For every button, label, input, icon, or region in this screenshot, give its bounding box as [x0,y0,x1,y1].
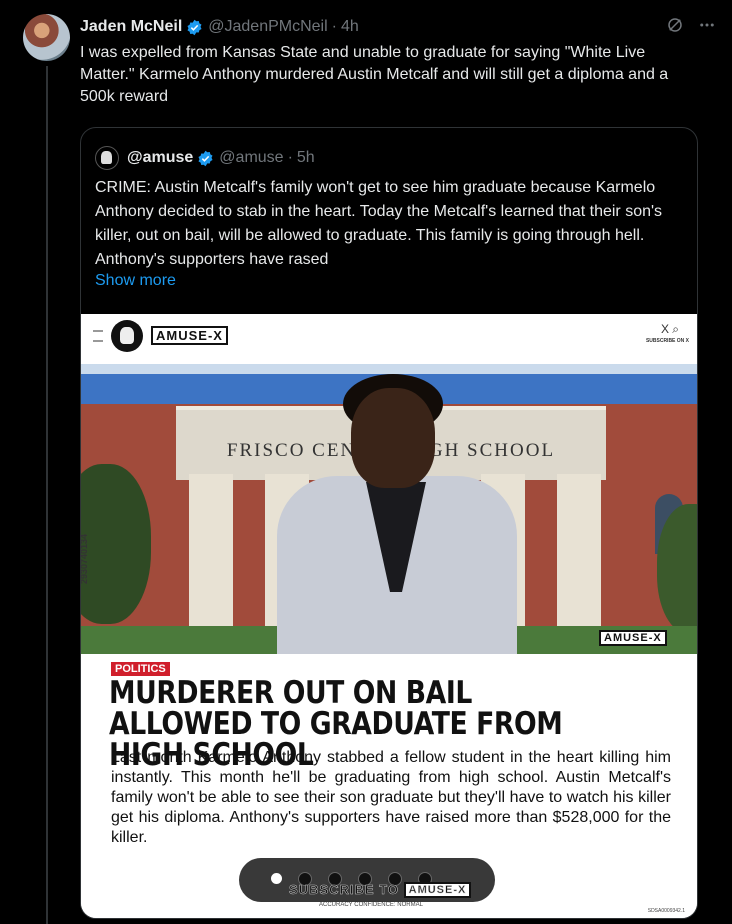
subscribe-logo: AMUSE-X [403,882,472,898]
tweet-text: I was expelled from Kansas State and una… [80,44,669,105]
serial-code: SDSA0009342.1 [647,908,685,914]
tweet-time[interactable]: 4h [341,18,359,36]
person-head [351,388,435,488]
tree [81,464,151,624]
author-name[interactable]: Jaden McNeil [80,18,182,36]
amuse-stamp: AMUSE-X [599,630,667,646]
header-actions [666,16,716,34]
subscribe-banner: SUBSCRIBE TO AMUSE-X [289,882,472,898]
media-top-bar: AMUSE-X X ⌕ SUBSCRIBE ON X [81,314,697,364]
pillar [189,474,233,634]
quote-media-image[interactable]: FRISCO CENTER HIGH SCHOOL AMUSE-X X ⌕ SU… [81,314,697,918]
more-dots-icon[interactable] [698,16,716,34]
carousel-pager[interactable]: SUBSCRIBE TO AMUSE-X [239,858,495,902]
quoted-tweet[interactable]: @amuse @amuse · 5h CRIME: Austin Metcalf… [80,127,698,919]
vertical-code: 2930740134 [81,533,89,584]
article-body: Last month Karmelo Anthony stabbed a fel… [111,749,671,846]
accuracy-note: ACCURACY CONFIDENCE: NORMAL [319,902,423,908]
separator: · [287,149,293,166]
quote-handle[interactable]: @amuse [219,149,283,167]
x-search-icons: X ⌕ [660,322,679,336]
show-more-link[interactable]: Show more [95,272,176,290]
menu-icon [93,330,103,342]
pillar [557,474,601,634]
carousel-dot-active[interactable] [271,873,282,884]
author-handle[interactable]: @JadenPMcNeil [208,18,327,36]
tweet-header: Jaden McNeil @JadenPMcNeil · 4h [80,16,716,38]
amuse-logo-text: AMUSE-X [151,326,228,345]
category-tag: POLITICS [111,662,170,676]
quote-text: CRIME: Austin Metcalf's family won't get… [95,179,663,268]
school-photo: FRISCO CENTER HIGH SCHOOL [81,344,697,664]
author-avatar[interactable] [23,14,70,61]
quote-author-name[interactable]: @amuse [127,149,193,167]
amuse-logo-icon [111,320,143,352]
slash-circle-icon[interactable] [666,16,684,34]
verified-badge-icon [198,150,213,166]
subscribe-text: SUBSCRIBE TO [289,882,399,898]
quote-header: @amuse @amuse · 5h [95,146,315,170]
quote-time[interactable]: 5h [297,149,315,167]
thread-line [46,66,48,924]
separator: · [331,18,337,35]
quote-avatar[interactable] [95,146,119,170]
verified-badge-icon [187,19,202,35]
subscribe-small: SUBSCRIBE ON X [645,338,689,344]
